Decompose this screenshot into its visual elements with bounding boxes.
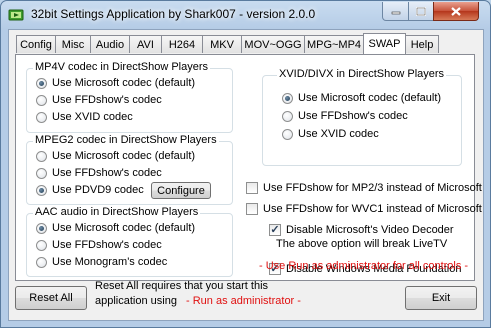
tab-mpg-mp4[interactable]: MPG~MP4 (304, 35, 364, 53)
mp4v-group: MP4V codec in DirectShow Players Use Mic… (26, 61, 233, 133)
checkbox-checked-icon: ✓ (269, 224, 281, 236)
mpeg2-option-ffdshow[interactable]: Use FFDshow's codec (36, 167, 162, 179)
xvid-option-xvid[interactable]: Use XVID codec (282, 128, 379, 140)
ffdshow-wvc1-checkbox[interactable]: Use FFDshow for WVC1 instead of Microsof… (246, 203, 482, 215)
mp4v-option-label: Use Microsoft codec (default) (52, 77, 196, 89)
aac-group: AAC audio in DirectShow Players Use Micr… (26, 206, 233, 277)
swap-panel: MP4V codec in DirectShow Players Use Mic… (15, 54, 482, 281)
aac-option-ffdshow[interactable]: Use FFDshow's codec (36, 239, 162, 251)
app-window: 32bit Settings Application by Shark007 -… (0, 0, 491, 328)
admin-notice: - Use Run as administrator for all contr… (259, 260, 469, 272)
aac-option-microsoft[interactable]: Use Microsoft codec (default) (36, 222, 195, 234)
mpeg2-option-pdvd9[interactable]: Use PDVD9 codec (36, 184, 144, 196)
aac-option-label: Use FFDshow's codec (52, 239, 162, 251)
radio-selected-icon (36, 184, 47, 196)
mp4v-option-label: Use XVID codec (52, 111, 133, 123)
radio-icon (36, 150, 47, 162)
mpeg2-option-microsoft[interactable]: Use Microsoft codec (default) (36, 150, 195, 162)
radio-icon (282, 110, 293, 122)
tab-mkv[interactable]: MKV (202, 35, 242, 53)
mp4v-option-ffdshow[interactable]: Use FFDshow's codec (36, 94, 162, 106)
xvid-option-label: Use Microsoft codec (default) (298, 92, 442, 104)
tab-config[interactable]: Config (16, 35, 56, 53)
mpeg2-option-label: Use PDVD9 codec (52, 184, 144, 196)
minimize-icon (391, 11, 400, 15)
title-bar[interactable]: 32bit Settings Application by Shark007 -… (1, 1, 490, 29)
tab-misc[interactable]: Misc (55, 35, 91, 53)
mp4v-option-microsoft[interactable]: Use Microsoft codec (default) (36, 77, 195, 89)
disable-video-decoder-checkbox[interactable]: ✓ Disable Microsoft's Video Decoder (269, 224, 454, 236)
window-title: 32bit Settings Application by Shark007 -… (31, 7, 316, 21)
tab-avi[interactable]: AVI (129, 35, 162, 53)
configure-button[interactable]: Configure (151, 182, 211, 199)
ffdshow-wvc1-label: Use FFDshow for WVC1 instead of Microsof… (263, 203, 482, 215)
reset-note-line2: application using - Run as administrator… (95, 295, 301, 307)
radio-icon (36, 111, 47, 123)
tab-mov-ogg[interactable]: MOV~OGG (241, 35, 305, 53)
aac-group-title: AAC audio in DirectShow Players (33, 206, 201, 218)
checkbox-icon (246, 203, 258, 215)
reset-note-line1: Reset All requires that you start this (95, 280, 269, 292)
xvid-group: XVID/DIVX in DirectShow Players Use Micr… (262, 68, 462, 166)
close-icon (451, 6, 461, 16)
aac-option-label: Use Microsoft codec (default) (52, 222, 196, 234)
radio-icon (36, 256, 47, 268)
mp4v-option-xvid[interactable]: Use XVID codec (36, 111, 133, 123)
tab-h264[interactable]: H264 (161, 35, 203, 53)
radio-icon (36, 239, 47, 251)
radio-icon (36, 167, 47, 179)
radio-selected-icon (282, 92, 293, 104)
minimize-button[interactable] (382, 2, 409, 21)
radio-icon (36, 94, 47, 106)
mpeg2-group-title: MPEG2 codec in DirectShow Players (33, 134, 219, 146)
reset-all-button[interactable]: Reset All (15, 286, 87, 310)
mp4v-group-title: MP4V codec in DirectShow Players (33, 61, 211, 73)
mpeg2-option-label: Use Microsoft codec (default) (52, 150, 196, 162)
tab-swap[interactable]: SWAP (363, 33, 406, 54)
maximize-button[interactable] (408, 2, 434, 21)
client-area: Config Misc Audio AVI H264 MKV MOV~OGG M… (8, 29, 484, 321)
app-icon (8, 9, 24, 21)
reset-note-admin: - Run as administrator - (186, 295, 301, 307)
checkbox-icon (246, 182, 258, 194)
mp4v-option-label: Use FFDshow's codec (52, 94, 162, 106)
maximize-icon (416, 6, 426, 16)
xvid-option-ffdshow[interactable]: Use FFDshow's codec (282, 110, 408, 122)
radio-icon (282, 128, 293, 140)
radio-selected-icon (36, 77, 47, 89)
disable-video-decoder-label: Disable Microsoft's Video Decoder (286, 224, 454, 236)
mpeg2-option-label: Use FFDshow's codec (52, 167, 162, 179)
xvid-option-label: Use XVID codec (298, 128, 379, 140)
xvid-option-label: Use FFDshow's codec (298, 110, 408, 122)
mpeg2-group: MPEG2 codec in DirectShow Players Use Mi… (26, 134, 233, 205)
xvid-group-title: XVID/DIVX in DirectShow Players (277, 68, 447, 80)
aac-option-monogram[interactable]: Use Monogram's codec (36, 256, 167, 268)
ffdshow-mp23-label: Use FFDshow for MP2/3 instead of Microso… (263, 182, 482, 194)
decoder-warning-text: The above option will break LiveTV (276, 238, 448, 250)
exit-button[interactable]: Exit (405, 286, 477, 310)
aac-option-label: Use Monogram's codec (52, 256, 168, 268)
tab-strip: Config Misc Audio AVI H264 MKV MOV~OGG M… (16, 33, 439, 55)
tab-help[interactable]: Help (405, 35, 439, 53)
radio-selected-icon (36, 222, 47, 234)
xvid-option-microsoft[interactable]: Use Microsoft codec (default) (282, 92, 441, 104)
reset-note-text: application using (95, 295, 177, 307)
close-button[interactable] (433, 2, 479, 21)
ffdshow-mp23-checkbox[interactable]: Use FFDshow for MP2/3 instead of Microso… (246, 182, 482, 194)
tab-audio[interactable]: Audio (90, 35, 130, 53)
